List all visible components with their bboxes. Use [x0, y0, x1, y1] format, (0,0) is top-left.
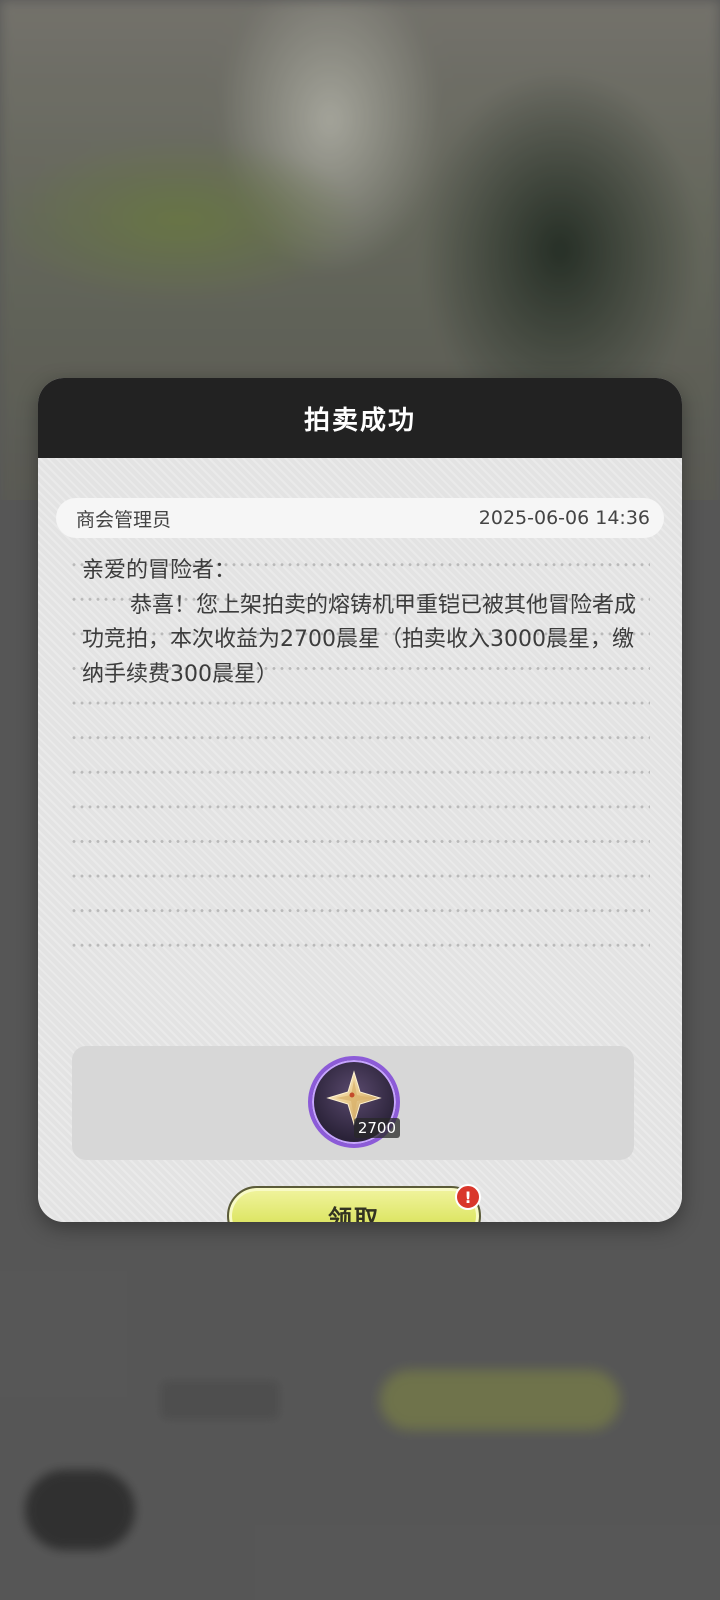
- dialog-body: 商会管理员 2025-06-06 14:36 亲爱的冒险者： 恭喜！您上架拍卖的…: [38, 458, 682, 1222]
- reward-count: 2700: [353, 1118, 400, 1138]
- reward-item[interactable]: 2700: [308, 1056, 400, 1148]
- letter-greeting: 亲爱的冒险者：: [82, 558, 237, 583]
- mail-timestamp: 2025-06-06 14:36: [478, 507, 650, 529]
- game-screen: 拍卖成功 商会管理员 2025-06-06 14:36 亲爱的冒险者： 恭喜！您…: [0, 0, 720, 1600]
- mail-meta-bar: 商会管理员 2025-06-06 14:36: [56, 498, 664, 538]
- reward-panel: 2700: [72, 1046, 634, 1160]
- auction-success-dialog: 拍卖成功 商会管理员 2025-06-06 14:36 亲爱的冒险者： 恭喜！您…: [38, 378, 682, 1222]
- dialog-title: 拍卖成功: [303, 405, 416, 436]
- dialog-header: 拍卖成功: [38, 378, 682, 458]
- exclamation-badge-icon: !: [455, 1184, 481, 1210]
- claim-button-label: 领取: [328, 1204, 380, 1223]
- mail-letter: 亲爱的冒险者： 恭喜！您上架拍卖的熔铸机甲重铠已被其他冒险者成功竞拍，本次收益为…: [70, 554, 650, 966]
- letter-text: 亲爱的冒险者： 恭喜！您上架拍卖的熔铸机甲重铠已被其他冒险者成功竞拍，本次收益为…: [70, 554, 650, 692]
- claim-button[interactable]: 领取 !: [227, 1184, 481, 1223]
- letter-body: 恭喜！您上架拍卖的熔铸机甲重铠已被其他冒险者成功竞拍，本次收益为2700晨星（拍…: [82, 592, 637, 687]
- mail-sender: 商会管理员: [76, 508, 172, 531]
